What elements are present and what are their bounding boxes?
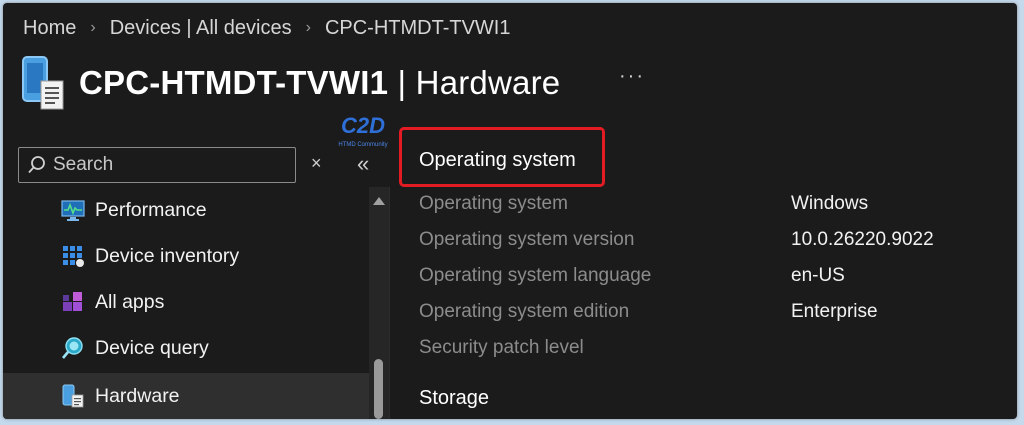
panel-divider	[389, 187, 390, 419]
property-key: Security patch level	[419, 337, 584, 358]
nav-item-label: Device query	[95, 336, 209, 359]
property-key: Operating system	[419, 193, 568, 214]
watermark-logo-text: C2D	[341, 113, 385, 138]
all-apps-icon	[61, 290, 85, 314]
chevron-right-icon: ›	[305, 19, 311, 36]
performance-icon	[61, 198, 85, 222]
page-header: CPC-HTMDT-TVWI1 | Hardware	[21, 55, 560, 111]
device-inventory-icon	[61, 244, 85, 268]
breadcrumb: Home › Devices | All devices › CPC-HTMDT…	[23, 15, 511, 41]
collapse-menu-button[interactable]: «	[357, 151, 369, 177]
property-row: Operating system language en-US	[419, 265, 999, 293]
htmd-watermark-logo: C2D HTMD Community	[333, 109, 393, 155]
nav-item-label: Device inventory	[95, 244, 240, 267]
watermark-text: HTMD Community	[338, 142, 387, 148]
more-options-button[interactable]: ···	[619, 65, 645, 88]
scroll-thumb[interactable]	[374, 359, 383, 419]
portal-window: Home › Devices | All devices › CPC-HTMDT…	[3, 3, 1017, 419]
nav-item-label: Hardware	[95, 384, 180, 407]
chevron-right-icon: ›	[90, 19, 96, 36]
breadcrumb-home[interactable]: Home	[23, 17, 76, 40]
breadcrumb-current: CPC-HTMDT-TVWI1	[324, 16, 511, 39]
property-value: 10.0.26220.9022	[791, 229, 934, 250]
resource-menu: Performance Device inventory All apps De…	[3, 187, 369, 419]
property-row: Operating system version 10.0.26220.9022	[419, 229, 999, 257]
page-title: CPC-HTMDT-TVWI1 | Hardware	[79, 64, 560, 102]
property-value: en-US	[791, 265, 845, 286]
device-query-icon	[61, 336, 85, 360]
nav-item-label: Performance	[95, 198, 207, 221]
page-title-section: Hardware	[415, 64, 561, 101]
menu-scrollbar[interactable]	[369, 187, 389, 419]
section-title-storage: Storage	[419, 387, 490, 409]
property-key: Operating system edition	[419, 301, 630, 322]
property-key: Operating system version	[419, 229, 635, 250]
property-row: Operating system Windows	[419, 193, 999, 221]
property-row: Security patch level	[419, 337, 999, 365]
device-icon	[21, 55, 67, 111]
page-title-separator: |	[388, 64, 416, 101]
nav-item-device-query[interactable]: Device query	[3, 325, 369, 371]
nav-item-label: All apps	[95, 290, 165, 313]
property-row: Operating system edition Enterprise	[419, 301, 999, 329]
nav-item-device-inventory[interactable]: Device inventory	[3, 233, 369, 279]
scroll-up-arrow-icon[interactable]	[373, 197, 385, 205]
page-title-device: CPC-HTMDT-TVWI1	[79, 64, 389, 101]
search-icon	[27, 155, 47, 175]
clear-search-button[interactable]: ×	[311, 153, 322, 174]
search-input[interactable]	[53, 154, 283, 176]
nav-item-hardware[interactable]: Hardware	[3, 373, 369, 419]
nav-item-all-apps[interactable]: All apps	[3, 279, 369, 325]
breadcrumb-devices[interactable]: Devices | All devices	[110, 17, 292, 40]
hardware-icon	[61, 384, 85, 408]
property-value: Enterprise	[791, 301, 878, 322]
property-key: Operating system language	[419, 265, 652, 286]
section-title-operating-system: Operating system	[419, 149, 576, 171]
nav-item-performance[interactable]: Performance	[3, 187, 369, 233]
property-value: Windows	[791, 193, 869, 214]
search-box[interactable]	[18, 147, 296, 183]
